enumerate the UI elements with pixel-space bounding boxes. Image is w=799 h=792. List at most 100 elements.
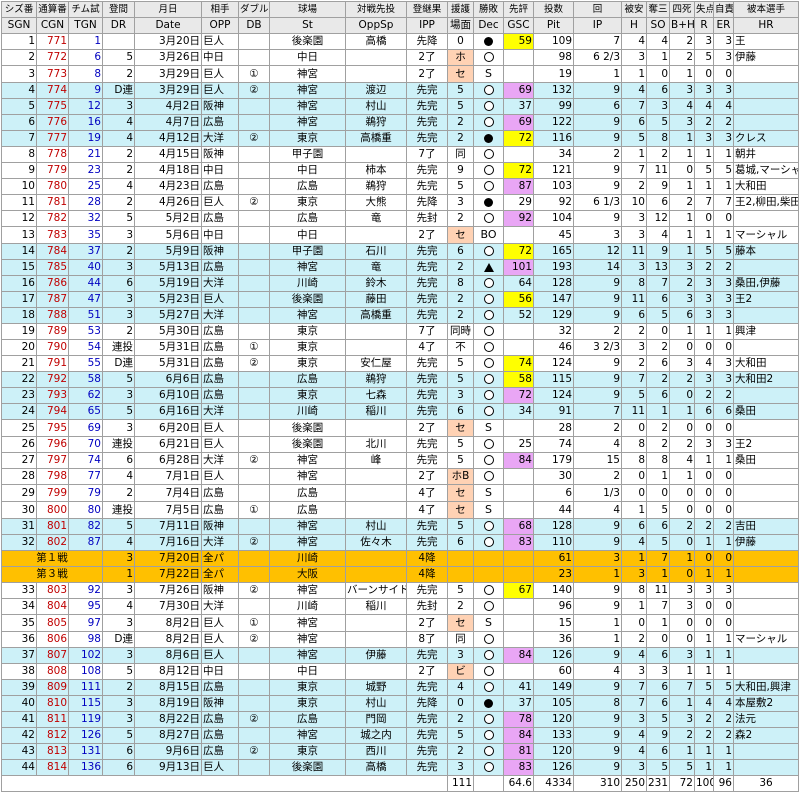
cell-er: 3	[713, 355, 734, 372]
column-header: 登間	[102, 1, 135, 18]
cell-hr: クレス	[733, 130, 799, 147]
cell-h: 5	[621, 387, 647, 404]
cell-er: 1	[713, 663, 734, 680]
cell-n: 27	[1, 452, 37, 469]
cell-h: 6	[621, 307, 647, 324]
cell-oppsp	[345, 339, 407, 356]
cell-n: 4	[1, 82, 37, 99]
cell-pit: 109	[533, 33, 574, 50]
cell-opp: 巨人	[201, 647, 239, 664]
cell-st: 後楽園	[269, 436, 346, 453]
cell-opp: 広島	[201, 727, 239, 744]
cell-dec	[473, 146, 504, 163]
cell-n: 28	[1, 468, 37, 485]
cell-pit: 19	[533, 65, 574, 83]
allstar-row: 第１戦 3 7月20日 全パ 川崎 4降 61 3 1 7 1 0 0	[1, 550, 799, 567]
cell-er: 0	[713, 468, 734, 485]
table-row: 43 813 131 6 9月6日 広島 ② 東京 西川 先完 2 81 120 9 4 6 1 1 1	[1, 743, 799, 760]
cell-oppsp	[345, 49, 407, 66]
cell-opp: 阪神	[201, 695, 239, 712]
cell-db: ①	[238, 501, 270, 519]
cell-bh: 1	[669, 550, 695, 567]
cell-date: 8月19日	[134, 695, 202, 712]
cell-h: 2	[621, 631, 647, 648]
cell-oppsp: 安仁屋	[345, 355, 407, 372]
cell-gsc: 78	[503, 711, 534, 728]
cell-db	[238, 162, 270, 179]
cell-ipp: 2了	[406, 49, 448, 66]
cell-hr	[733, 307, 799, 324]
cell-dr: 3	[102, 550, 135, 567]
cell-st: 神宮	[269, 614, 346, 632]
cell-r: 1	[694, 226, 714, 244]
cell-st: 神宮	[269, 468, 346, 485]
cell-er: 5	[713, 162, 734, 179]
cell-tgn: 95	[68, 598, 103, 615]
cell-dr: 3	[102, 259, 135, 276]
cell-r: 5	[694, 49, 714, 66]
cell-st: 東京	[269, 355, 346, 372]
total-gsc: 64.6	[503, 775, 534, 792]
win-mark-icon	[483, 537, 494, 547]
cell-n: 36	[1, 631, 37, 648]
cell-tgn: 53	[68, 323, 103, 340]
cell-ba: セ	[447, 226, 474, 244]
win-mark-icon	[483, 455, 494, 465]
cell-date: 5月9日	[134, 243, 202, 260]
cell-er: 1	[713, 566, 734, 583]
cell-ip: 9	[573, 679, 622, 696]
cell-pit: 6	[533, 484, 574, 502]
cell-gsc	[503, 146, 534, 163]
cell-ipp: 先完	[406, 98, 448, 115]
allstar-label: 第３戦	[1, 566, 103, 583]
cell-so: 8	[646, 452, 670, 469]
cell-h: 11	[621, 403, 647, 420]
cell-tgn: 74	[68, 452, 103, 469]
cell-dec	[473, 566, 504, 583]
cell-pit: 104	[533, 210, 574, 227]
cell-dec	[473, 631, 504, 648]
cell-h: 4	[621, 743, 647, 760]
table-row: 28 798 77 4 7月1日 巨人 神宮 2了 ホB 30 2 0 1 1 0 0	[1, 468, 799, 485]
cell-ip: 1/3	[573, 484, 622, 502]
cell-ba: 2	[447, 711, 474, 728]
cell-er: 1	[713, 647, 734, 664]
cell-r: 0	[694, 501, 714, 519]
cell-opp: 大洋	[201, 403, 239, 420]
cell-ip: 2	[573, 146, 622, 163]
cell-n: 3	[1, 65, 37, 83]
cell-st: 後楽園	[269, 33, 346, 50]
cell-db	[238, 259, 270, 276]
cell-date: 8月15日	[134, 679, 202, 696]
cell-dec	[473, 679, 504, 696]
cell-n: 35	[1, 614, 37, 632]
cell-so: 5	[646, 307, 670, 324]
cell-er: 2	[713, 727, 734, 744]
cell-bh: 0	[669, 501, 695, 519]
table-row: 32 802 87 4 7月16日 大洋 ② 神宮 佐々木 先完 6 83 110 9 4 5 0 1 1 伊藤	[1, 534, 799, 551]
cell-er: 3	[713, 582, 734, 599]
cell-cgn: 791	[36, 355, 69, 372]
cell-ba: 5	[447, 518, 474, 535]
cell-tgn: 69	[68, 419, 103, 437]
cell-gsc: 84	[503, 452, 534, 469]
cell-pit: 74	[533, 436, 574, 453]
cell-ip: 9	[573, 210, 622, 227]
cell-cgn: 787	[36, 291, 69, 308]
cell-ip: 14	[573, 259, 622, 276]
cell-ba: 3	[447, 194, 474, 211]
table-row: 97792324月18日中日中日柿本先完9721219711055葛城,マーシャ…	[1, 162, 799, 179]
cell-gsc: 72	[503, 387, 534, 404]
cell-so: 5	[646, 759, 670, 776]
cell-st: 神宮	[269, 114, 346, 131]
cell-pit: 132	[533, 82, 574, 99]
cell-date: 5月19日	[134, 275, 202, 292]
cell-tgn: 58	[68, 371, 103, 388]
cell-st: 中日	[269, 226, 346, 244]
cell-gsc	[503, 468, 534, 485]
cell-ip: 9	[573, 275, 622, 292]
cell-r: 0	[694, 419, 714, 437]
cell-date: 8月27日	[134, 727, 202, 744]
cell-ba: セ	[447, 501, 474, 519]
cell-bh: 0	[669, 614, 695, 632]
